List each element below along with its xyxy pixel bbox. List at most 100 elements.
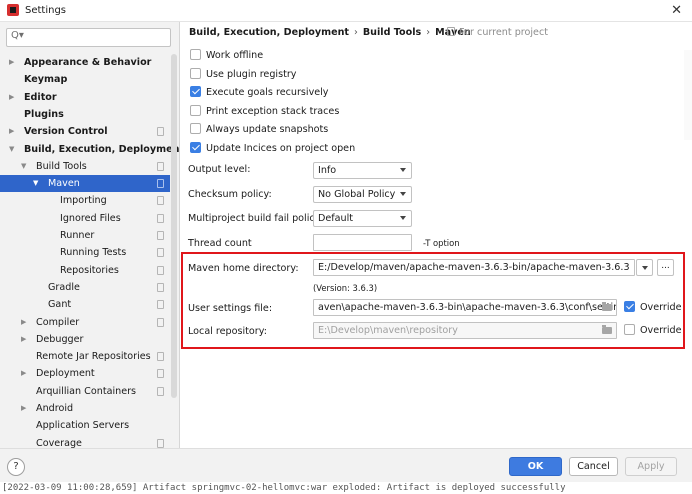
sidebar-item-running-tests[interactable]: Running Tests <box>0 244 170 261</box>
output-level-dropdown[interactable]: Info <box>313 162 412 179</box>
sidebar-item-build-tools[interactable]: ▼ Build Tools <box>0 158 170 175</box>
project-icon <box>157 127 164 137</box>
thread-count-note: -T option <box>423 238 460 248</box>
checkbox-icon <box>190 123 201 134</box>
background-window-edge <box>684 50 692 140</box>
sidebar-item-label: Running Tests <box>60 247 127 259</box>
multiproject-fail-policy-dropdown[interactable]: Default <box>313 210 412 227</box>
sidebar-item-deployment[interactable]: ▶ Deployment <box>0 365 170 382</box>
checkbox-update-incices-on-project-open[interactable]: Update Incices on project open <box>190 142 355 156</box>
sidebar-item-label: Runner <box>60 230 95 241</box>
sidebar-item-coverage[interactable]: Coverage <box>0 435 170 448</box>
apply-button[interactable]: Apply <box>625 457 677 476</box>
sidebar-item-editor[interactable]: ▶ Editor <box>0 89 170 106</box>
checkbox-label: Work offline <box>206 50 264 61</box>
thread-count-input[interactable] <box>313 234 412 251</box>
dialog-footer: ? OK Cancel Apply <box>0 448 692 482</box>
checkbox-work-offline[interactable]: Work offline <box>190 49 263 63</box>
folder-icon[interactable] <box>602 325 612 334</box>
checksum-policy-value: No Global Policy <box>318 189 396 200</box>
local-repository-value: E:\Develop\maven\repository <box>318 325 458 336</box>
collapsed-arrow-icon[interactable]: ▶ <box>9 123 14 140</box>
sidebar-item-label: Build, Execution, Deployment <box>24 143 180 155</box>
checkbox-label: Update Incices on project open <box>206 143 356 154</box>
project-icon <box>157 231 164 240</box>
output-level-value: Info <box>318 165 337 176</box>
help-button[interactable]: ? <box>7 458 25 476</box>
checkbox-label: Use plugin registry <box>206 69 297 80</box>
sidebar-item-label: Android <box>36 403 74 414</box>
ok-button[interactable]: OK <box>509 457 562 476</box>
sidebar-item-keymap[interactable]: Keymap <box>0 71 170 88</box>
checkbox-icon <box>190 68 201 79</box>
sidebar-item-label: Maven <box>48 178 80 190</box>
user-settings-override-checkbox[interactable]: Override <box>624 301 682 315</box>
folder-icon[interactable] <box>602 302 612 311</box>
sidebar-item-arquillian-containers[interactable]: Arquillian Containers <box>0 383 170 400</box>
checkbox-always-update-snapshots[interactable]: Always update snapshots <box>190 123 328 137</box>
sidebar-item-label: Remote Jar Repositories <box>36 351 151 363</box>
sidebar-item-android[interactable]: ▶ Android <box>0 400 170 417</box>
checkbox-print-exception-stack-traces[interactable]: Print exception stack traces <box>190 105 339 119</box>
sidebar-item-repositories[interactable]: Repositories <box>0 262 170 279</box>
override-label: Override <box>640 325 682 336</box>
for-current-project-note: For current project <box>447 27 548 38</box>
sidebar-item-appearance-behavior[interactable]: ▶ Appearance & Behavior <box>0 54 170 71</box>
sidebar-item-application-servers[interactable]: Application Servers <box>0 417 170 434</box>
sidebar-item-maven[interactable]: ▼ Maven <box>0 175 170 193</box>
breadcrumb-separator: › <box>426 27 431 38</box>
collapsed-arrow-icon[interactable]: ▶ <box>9 54 14 71</box>
sidebar-item-label: Appearance & Behavior <box>24 57 152 68</box>
sidebar-item-compiler[interactable]: ▶ Compiler <box>0 314 170 331</box>
sidebar-item-label: Importing <box>60 195 107 207</box>
sidebar-item-gradle[interactable]: Gradle <box>0 279 170 296</box>
local-repository-label: Local repository: <box>188 326 267 337</box>
sidebar-item-runner[interactable]: Runner <box>0 227 170 244</box>
cancel-button[interactable]: Cancel <box>569 457 618 476</box>
checksum-policy-dropdown[interactable]: No Global Policy <box>313 186 412 203</box>
local-repository-override-checkbox[interactable]: Override <box>624 324 682 338</box>
sidebar-item-version-control[interactable]: ▶ Version Control <box>0 123 170 140</box>
chevron-down-icon <box>400 168 406 172</box>
breadcrumb-part: Build Tools <box>362 27 422 38</box>
project-icon <box>157 179 164 189</box>
expanded-arrow-icon[interactable]: ▼ <box>33 175 38 192</box>
sidebar-item-label: Keymap <box>24 74 68 86</box>
maven-home-dropdown-button[interactable] <box>636 259 653 276</box>
maven-home-input[interactable]: E:/Develop/maven/apache-maven-3.6.3-bin/… <box>313 259 635 276</box>
sidebar-item-label: Coverage <box>36 437 82 448</box>
collapsed-arrow-icon[interactable]: ▶ <box>21 331 26 348</box>
checkbox-use-plugin-registry[interactable]: Use plugin registry <box>190 68 296 82</box>
expanded-arrow-icon[interactable]: ▼ <box>9 141 14 158</box>
collapsed-arrow-icon[interactable]: ▶ <box>21 365 26 382</box>
search-icon: Q▾ <box>11 30 24 41</box>
sidebar-item-label: Gradle <box>48 281 80 293</box>
breadcrumb-separator: › <box>354 27 358 38</box>
sidebar-item-ignored-files[interactable]: Ignored Files <box>0 210 170 227</box>
collapsed-arrow-icon[interactable]: ▶ <box>9 89 14 106</box>
checkbox-icon <box>190 105 201 116</box>
user-settings-input[interactable]: aven\apache-maven-3.6.3-bin\apache-maven… <box>313 299 617 316</box>
sidebar-item-remote-jar-repositories[interactable]: Remote Jar Repositories <box>0 348 170 365</box>
collapsed-arrow-icon[interactable]: ▶ <box>21 400 26 417</box>
console-log-line: [2022-03-09 11:00:28,659] Artifact sprin… <box>0 482 692 494</box>
expanded-arrow-icon[interactable]: ▼ <box>21 158 26 175</box>
sidebar-scrollbar[interactable] <box>171 54 177 398</box>
sidebar-item-debugger[interactable]: ▶ Debugger <box>0 331 170 348</box>
search-input[interactable]: Q▾ <box>6 28 171 47</box>
sidebar-item-label: Version Control <box>24 126 108 138</box>
sidebar-item-build-execution-deployment[interactable]: ▼ Build, Execution, Deployment <box>0 141 179 158</box>
project-icon <box>157 386 164 396</box>
sidebar-item-label: Gant <box>48 299 72 311</box>
browse-maven-home-button[interactable]: ... <box>657 259 674 276</box>
collapsed-arrow-icon[interactable]: ▶ <box>21 314 26 331</box>
project-icon <box>157 300 164 310</box>
checkbox-icon <box>190 86 201 97</box>
sidebar-item-plugins[interactable]: Plugins <box>0 106 170 123</box>
close-button[interactable]: ✕ <box>671 3 682 18</box>
sidebar-item-gant[interactable]: Gant <box>0 296 170 313</box>
checkbox-execute-goals-recursively[interactable]: Execute goals recursively <box>190 86 329 100</box>
local-repository-input[interactable]: E:\Develop\maven\repository <box>313 322 617 339</box>
sidebar-item-importing[interactable]: Importing <box>0 192 170 209</box>
override-label: Override <box>640 302 682 313</box>
